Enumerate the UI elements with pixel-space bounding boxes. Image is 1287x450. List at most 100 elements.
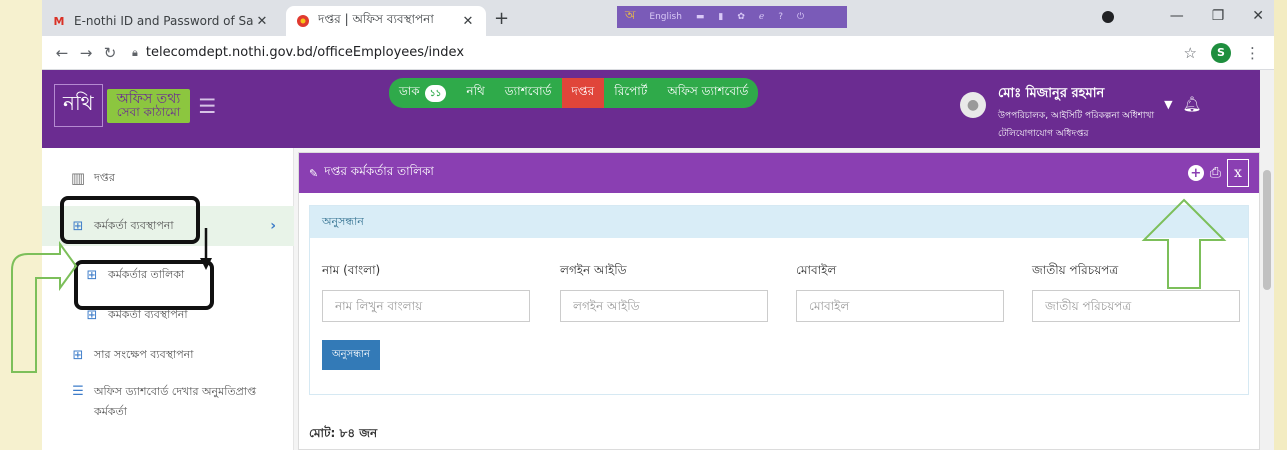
nav-dashboard[interactable]: ড্যাশবোর্ড <box>495 78 562 108</box>
mobile-input[interactable] <box>796 290 1004 322</box>
scrollbar-thumb[interactable] <box>1263 170 1271 290</box>
address-bar: ← → ↻ 🔒︎ telecomdept.nothi.gov.bd/office… <box>42 36 1274 70</box>
logo-tagline-line2: সেবা কাঠামো <box>116 104 181 119</box>
profile-avatar[interactable]: S <box>1211 42 1231 63</box>
nav-office-dashboard[interactable]: অফিস ড্যাশবোর্ড <box>657 78 758 108</box>
pencil-icon: ✎ <box>309 166 319 180</box>
nid-input[interactable] <box>1032 290 1240 322</box>
login-id-label: লগইন আইডি <box>560 263 627 277</box>
minimize-icon[interactable]: — <box>1170 8 1184 24</box>
chevron-right-icon: › <box>270 218 276 234</box>
chevron-down-icon[interactable]: ▼ <box>1164 98 1172 111</box>
tab-gmail[interactable]: M E-nothi ID and Password of Sayma ✕ <box>42 6 280 36</box>
tab-strip: M E-nothi ID and Password of Sayma ✕ দপ্… <box>42 0 1274 36</box>
sidebar-item-label: কর্মকর্তা ব্যবস্থাপনা <box>94 218 174 232</box>
name-label: নাম (বাংলা) <box>322 263 381 277</box>
briefcase-icon: ⊞ <box>86 267 98 283</box>
sidebar-item-summary-management[interactable]: ⊞ সার সংক্ষেপ ব্যবস্থাপনা <box>42 340 294 370</box>
panel-title: দপ্তর কর্মকর্তার তালিকা <box>324 164 434 178</box>
sidebar-item-employee-list[interactable]: ⊞ কর্মকর্তার তালিকা <box>42 260 294 290</box>
tab-nothi[interactable]: দপ্তর | অফিস ব্যবস্থাপনা ✕ <box>286 6 486 36</box>
extension-logo-icon: অ <box>625 8 636 22</box>
excel-export-icon[interactable]: x <box>1227 159 1249 187</box>
nothi-icon <box>296 14 310 28</box>
sidebar-item-label: কর্মকর্তার তালিকা <box>108 267 185 281</box>
hamburger-menu-icon[interactable]: ☰ <box>198 94 216 118</box>
nav-dak[interactable]: ডাক ১১ <box>389 78 456 108</box>
search-button[interactable]: অনুসন্ধান <box>322 340 381 370</box>
page-scrollbar[interactable] <box>1260 70 1274 450</box>
bookmark-star-icon[interactable]: ☆ <box>1184 44 1197 62</box>
sidebar-item-employee-management[interactable]: ⊞ কর্মকর্তা ব্যবস্থাপনা › <box>42 206 294 246</box>
sidebar-item-label: সার সংক্ষেপ ব্যবস্থাপনা <box>94 347 194 361</box>
nav-office[interactable]: দপ্তর <box>561 78 605 108</box>
name-field: নাম (বাংলা) <box>322 262 530 322</box>
forward-icon[interactable]: → <box>74 44 98 62</box>
sidebar-item-employee-manage[interactable]: ⊞ কর্মকর্তা ব্যবস্থাপনা <box>42 300 294 330</box>
user-menu[interactable]: ● মোঃ মিজানুর রহমান উপপরিচালক, আইসিটি পর… <box>960 84 1202 141</box>
help-icon: ? <box>778 12 784 22</box>
menu-kebab-icon[interactable]: ⋮ <box>1245 44 1260 62</box>
sidebar-item-dashboard-permission[interactable]: ☰ অফিস ড্যাশবোর্ড দেখার অনুমতিপ্রাপ্ত কর… <box>42 382 294 434</box>
tab-title: দপ্তর | অফিস ব্যবস্থাপনা <box>318 12 434 26</box>
extension-language[interactable]: English <box>649 12 682 22</box>
building-icon: ▥ <box>70 169 86 187</box>
app-header: নথি অফিস তথ্য সেবা কাঠামো ☰ ডাক ১১ নথি ড্… <box>42 70 1274 148</box>
name-input[interactable] <box>322 290 530 322</box>
mobile-label: মোবাইল <box>796 263 837 277</box>
panel-header: ✎ দপ্তর কর্মকর্তার তালিকা + ⎙ x <box>299 153 1259 193</box>
dak-count-badge: ১১ <box>424 84 447 102</box>
nav-nothi[interactable]: নথি <box>456 78 494 108</box>
new-tab-button[interactable]: + <box>494 8 509 29</box>
tab-title: E-nothi ID and Password of Sayma <box>74 14 254 28</box>
total-count: মোট: ৮৪ জন <box>309 426 378 440</box>
login-id-input[interactable] <box>560 290 768 322</box>
record-indicator-icon <box>1102 11 1114 23</box>
user-office: টেলিযোগাযোগ অধিদপ্তর <box>998 129 1089 139</box>
logo-tagline: অফিস তথ্য সেবা কাঠামো <box>106 88 191 123</box>
reload-icon[interactable]: ↻ <box>98 44 122 62</box>
briefcase-icon: ⊞ <box>86 307 98 323</box>
back-icon[interactable]: ← <box>50 44 74 62</box>
power-icon: ⏻ <box>797 12 805 22</box>
extension-toolbar[interactable]: অ English ▬ ▮ ✿ ℯ ? ⏻ <box>617 6 847 28</box>
search-section: অনুসন্ধান নাম (বাংলা) লগইন আইডি মোবাইল জ… <box>309 205 1249 395</box>
lock-icon[interactable]: 🔒︎ <box>132 46 138 60</box>
employee-list-panel: ✎ দপ্তর কর্মকর্তার তালিকা + ⎙ x অনুসন্ধা… <box>298 152 1260 450</box>
sidebar-item-label: দপ্তর <box>94 170 115 184</box>
sidebar-item-label: অফিস ড্যাশবোর্ড দেখার অনুমতিপ্রাপ্ত কর্ম… <box>94 385 257 418</box>
close-icon[interactable]: ✕ <box>254 14 270 29</box>
main-content: ✎ দপ্তর কর্মকর্তার তালিকা + ⎙ x অনুসন্ধা… <box>294 148 1274 450</box>
nid-field: জাতীয় পরিচয়পত্র <box>1032 262 1240 322</box>
mobile-field: মোবাইল <box>796 262 1004 322</box>
add-icon[interactable]: + <box>1187 165 1204 181</box>
settings-icon: ✿ <box>737 12 745 22</box>
close-window-icon[interactable]: ✕ <box>1252 8 1264 24</box>
sidebar-item-office[interactable]: ▥ দপ্তর <box>42 160 294 196</box>
bell-icon[interactable]: 🔔︎ <box>1183 95 1202 113</box>
gmail-icon: M <box>53 14 65 28</box>
briefcase-icon: ⊞ <box>72 218 84 234</box>
list-icon: ☰ <box>72 384 84 399</box>
sidebar-item-label: কর্মকর্তা ব্যবস্থাপনা <box>108 307 188 321</box>
ie-icon: ℯ <box>758 12 765 22</box>
app-logo[interactable]: নথি অফিস তথ্য সেবা কাঠামো ☰ <box>54 84 216 127</box>
user-avatar[interactable]: ● <box>960 92 986 118</box>
page-left-margin <box>0 0 42 450</box>
url-text: telecomdept.nothi.gov.bd/officeEmployees… <box>145 45 465 60</box>
nav-report[interactable]: রিপোর্ট <box>604 78 657 108</box>
browser-window: M E-nothi ID and Password of Sayma ✕ দপ্… <box>42 0 1274 450</box>
logo-text: নথি <box>54 84 103 127</box>
close-icon[interactable]: ✕ <box>460 14 476 29</box>
nid-label: জাতীয় পরিচয়পত্র <box>1032 263 1119 277</box>
user-designation: উপপরিচালক, আইসিটি পরিকল্পনা অধিশাখা <box>998 111 1155 121</box>
restore-icon[interactable]: ❐ <box>1212 8 1225 24</box>
url-field[interactable]: 🔒︎ telecomdept.nothi.gov.bd/officeEmploy… <box>132 40 1184 66</box>
top-navigation: ডাক ১১ নথি ড্যাশবোর্ড দপ্তর রিপোর্ট অফিস … <box>389 78 759 108</box>
search-section-title: অনুসন্ধান <box>310 206 1248 238</box>
trash-icon: ▮ <box>718 12 724 22</box>
window-controls: — ❐ ✕ <box>1170 8 1264 24</box>
print-icon[interactable]: ⎙ <box>1210 165 1221 181</box>
minimize-bar-icon: ▬ <box>695 12 705 22</box>
page-right-margin <box>1273 0 1287 450</box>
